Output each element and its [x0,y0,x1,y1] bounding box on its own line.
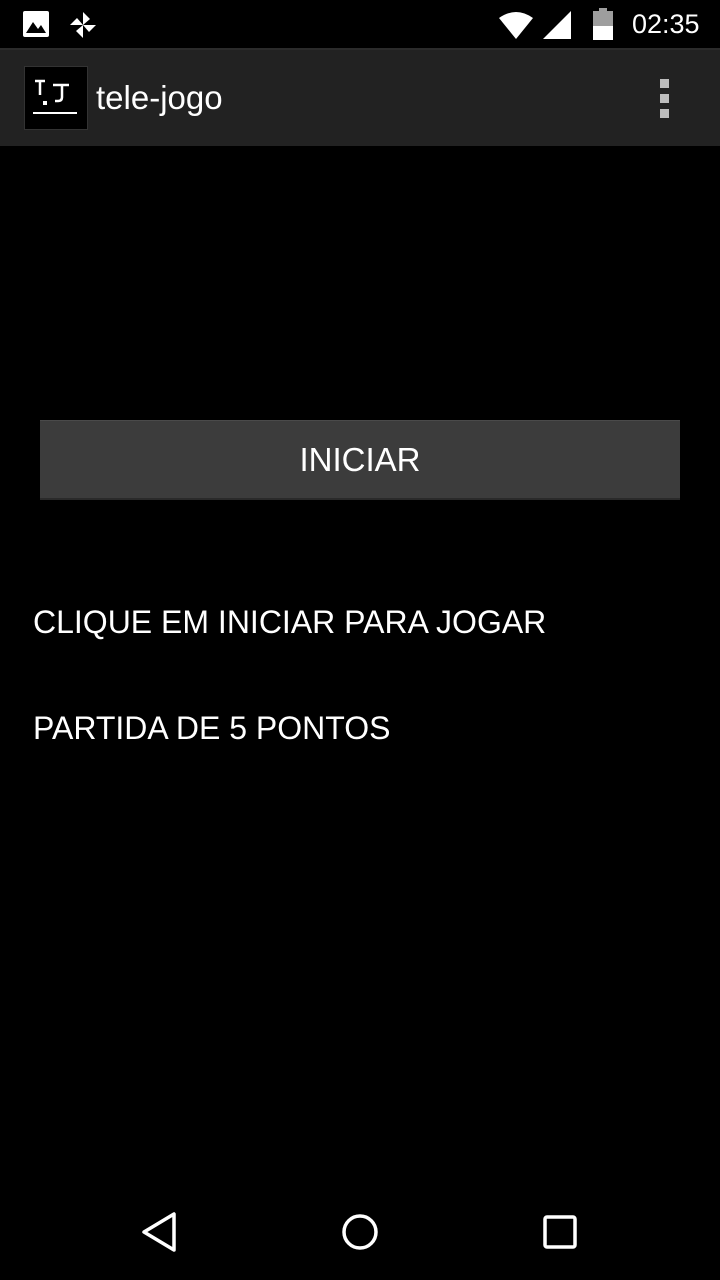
navigation-bar [0,1184,720,1280]
overflow-menu-dot [659,78,669,88]
app-title: tele-jogo [96,79,223,116]
status-bar: 02:35 [0,0,720,48]
action-bar: tele-jogo [0,48,720,146]
status-time: 02:35 [632,9,700,39]
back-icon[interactable] [136,1208,184,1256]
overflow-menu-icon[interactable] [644,74,684,122]
overflow-menu-dot [659,108,669,118]
wifi-icon [498,10,534,45]
tele-jogo-logo-icon[interactable] [24,66,88,130]
pinwheel-icon [68,10,98,45]
overflow-menu-dot [659,93,669,103]
home-icon[interactable] [336,1208,384,1256]
start-button[interactable]: INICIAR [40,420,680,500]
match-points-text: PARTIDA DE 5 PONTOS [33,710,391,746]
recents-icon[interactable] [536,1208,584,1256]
instruction-text: CLIQUE EM INICIAR PARA JOGAR [33,604,547,640]
gallery-icon [22,10,50,43]
battery-icon [592,8,614,45]
signal-icon [542,10,572,45]
